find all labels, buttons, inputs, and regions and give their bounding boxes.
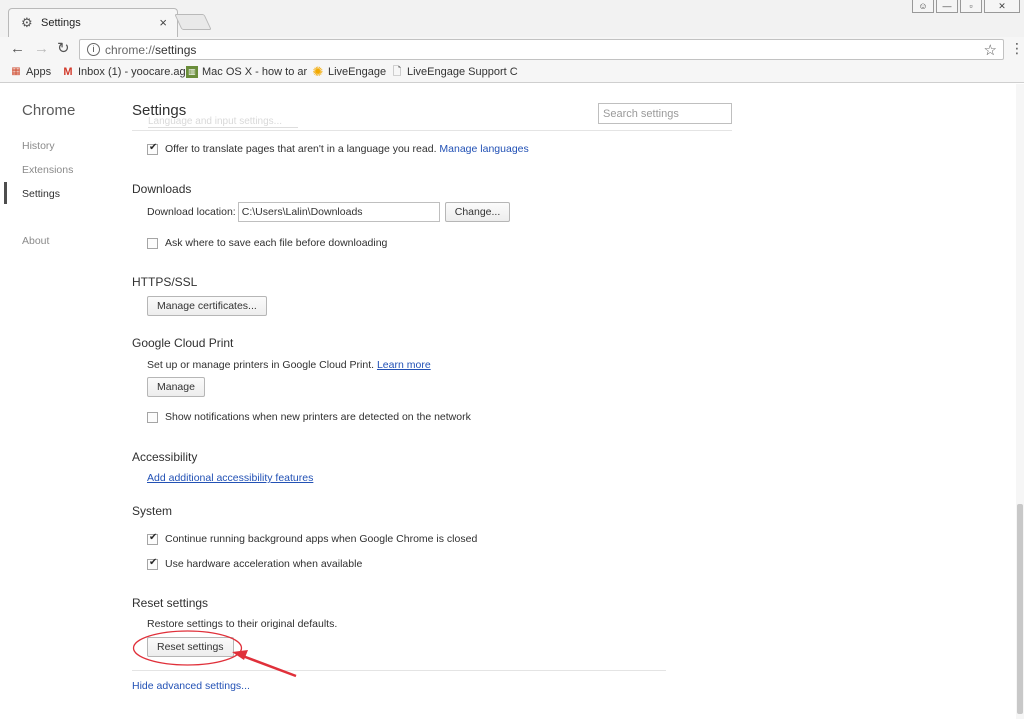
maximize-icon[interactable]: ▫ bbox=[960, 0, 982, 13]
chrome-menu-icon[interactable]: ⋮ bbox=[1010, 40, 1024, 56]
info-icon[interactable]: i bbox=[87, 43, 100, 56]
reset-settings-button[interactable]: Reset settings bbox=[147, 637, 234, 657]
bookmark-label: LiveEngage Support C bbox=[407, 66, 518, 78]
scrolled-language-button: Language and input settings... bbox=[148, 116, 298, 128]
hide-advanced-row: Hide advanced settings... bbox=[132, 680, 250, 692]
sidebar-item-extensions[interactable]: Extensions bbox=[22, 164, 73, 176]
sidebar-item-history[interactable]: History bbox=[22, 140, 55, 152]
cloud-print-description: Set up or manage printers in Google Clou… bbox=[147, 359, 375, 371]
liveengage-icon: ✺ bbox=[312, 64, 324, 79]
url-path: settings bbox=[155, 43, 197, 57]
settings-content: Settings Language and input settings... … bbox=[132, 84, 732, 719]
reset-description: Restore settings to their original defau… bbox=[147, 618, 338, 630]
bookmark-star-icon[interactable]: ☆ bbox=[984, 41, 997, 59]
download-location-label: Download location: bbox=[147, 206, 236, 218]
apps-grid-icon: ▦ bbox=[11, 66, 21, 77]
footer-divider bbox=[132, 670, 666, 671]
bookmark-label: Mac OS X - how to ar bbox=[202, 66, 308, 78]
sidebar-brand: Chrome bbox=[22, 102, 76, 119]
new-tab-button[interactable] bbox=[174, 14, 212, 30]
bookmark-page-icon: ▥ bbox=[186, 66, 198, 78]
header-divider bbox=[132, 130, 732, 131]
reset-button-row: Reset settings bbox=[147, 637, 234, 657]
address-bar[interactable]: i chrome://settings ☆ bbox=[79, 39, 1004, 60]
ask-download-checkbox[interactable] bbox=[147, 237, 158, 249]
printer-notification-checkbox[interactable] bbox=[147, 411, 158, 423]
hardware-acceleration-checkbox[interactable] bbox=[147, 557, 158, 570]
bookmark-macosx[interactable]: ▥ Mac OS X - how to ar bbox=[186, 66, 307, 78]
manage-languages-link[interactable]: Manage languages bbox=[439, 143, 528, 155]
tab-settings[interactable]: ⚙ Settings × bbox=[8, 8, 178, 38]
hide-advanced-settings-link[interactable]: Hide advanced settings... bbox=[132, 680, 250, 692]
url-scheme: chrome:// bbox=[105, 43, 156, 57]
manage-certificates-button[interactable]: Manage certificates... bbox=[147, 296, 267, 316]
gmail-icon: M bbox=[63, 66, 73, 78]
reload-icon[interactable]: ↻ bbox=[57, 40, 70, 58]
window-controls: ☺ — ▫ ✕ bbox=[912, 0, 1020, 14]
sidebar-active-marker bbox=[4, 182, 7, 204]
hardware-acceleration-label: Use hardware acceleration when available bbox=[165, 558, 363, 570]
window-close-icon[interactable]: ✕ bbox=[984, 0, 1020, 13]
url-text: chrome://settings bbox=[105, 43, 196, 57]
bookmark-liveengage[interactable]: ✺ LiveEngage bbox=[312, 64, 387, 79]
browser-titlebar: ⚙ Settings × ☺ — ▫ ✕ bbox=[0, 0, 1024, 38]
background-apps-checkbox[interactable] bbox=[147, 532, 158, 545]
gear-icon: ⚙ bbox=[21, 15, 33, 30]
user-profile-icon[interactable]: ☺ bbox=[912, 0, 934, 13]
page-scrollbar[interactable] bbox=[1016, 84, 1024, 719]
search-settings-input[interactable] bbox=[598, 103, 732, 124]
printer-notification-option: Show notifications when new printers are… bbox=[147, 411, 471, 423]
learn-more-link[interactable]: Learn more bbox=[377, 359, 431, 371]
change-download-location-button[interactable]: Change... bbox=[444, 202, 511, 222]
background-apps-label: Continue running background apps when Go… bbox=[165, 533, 478, 545]
accessibility-features-link[interactable]: Add additional accessibility features bbox=[147, 472, 313, 484]
bookmark-inbox[interactable]: M Inbox (1) - yoocare.ag bbox=[62, 66, 186, 78]
scrollbar-thumb[interactable] bbox=[1017, 504, 1023, 714]
bookmark-label: LiveEngage bbox=[328, 66, 387, 78]
printer-notification-label: Show notifications when new printers are… bbox=[165, 411, 471, 423]
reset-section-title: Reset settings bbox=[132, 596, 209, 610]
https-row: Manage certificates... bbox=[147, 296, 267, 316]
bookmarks-bar: ▦ Apps M Inbox (1) - yoocare.ag ▥ Mac OS… bbox=[0, 62, 1024, 83]
settings-page: Chrome History Extensions Settings About… bbox=[0, 84, 1024, 719]
download-location-row: Download location: C:\Users\Lalin\Downlo… bbox=[147, 202, 511, 222]
downloads-section-title: Downloads bbox=[132, 182, 192, 196]
tab-close-icon[interactable]: × bbox=[159, 15, 167, 30]
cloud-print-manage-button[interactable]: Manage bbox=[147, 377, 205, 397]
sidebar-item-settings[interactable]: Settings bbox=[22, 188, 60, 200]
cloud-print-section-title: Google Cloud Print bbox=[132, 336, 234, 350]
system-section-title: System bbox=[132, 504, 173, 518]
translate-option: Offer to translate pages that aren't in … bbox=[147, 142, 529, 155]
bookmark-liveengage-support[interactable]: 🗋 LiveEngage Support C bbox=[391, 66, 518, 78]
minimize-icon[interactable]: — bbox=[936, 0, 958, 13]
accessibility-section-title: Accessibility bbox=[132, 450, 198, 464]
sidebar-item-about[interactable]: About bbox=[22, 235, 49, 247]
download-location-field[interactable]: C:\Users\Lalin\Downloads bbox=[237, 202, 440, 222]
bookmark-apps[interactable]: ▦ Apps bbox=[10, 66, 51, 78]
page-icon: 🗋 bbox=[392, 66, 402, 78]
back-arrow-icon[interactable]: ← bbox=[10, 40, 25, 58]
bookmark-label: Apps bbox=[26, 66, 52, 78]
hardware-acceleration-option: Use hardware acceleration when available bbox=[147, 557, 363, 570]
background-apps-option: Continue running background apps when Go… bbox=[147, 532, 478, 545]
browser-toolbar: ← → ↻ i chrome://settings ☆ ⋮ bbox=[0, 37, 1024, 62]
forward-arrow-icon[interactable]: → bbox=[34, 40, 49, 58]
translate-checkbox[interactable] bbox=[147, 142, 158, 155]
reset-description-row: Restore settings to their original defau… bbox=[147, 618, 337, 630]
cloud-print-description-row: Set up or manage printers in Google Clou… bbox=[147, 359, 431, 371]
https-section-title: HTTPS/SSL bbox=[132, 275, 198, 289]
translate-label: Offer to translate pages that aren't in … bbox=[165, 143, 437, 155]
ask-download-label: Ask where to save each file before downl… bbox=[165, 237, 388, 249]
cloud-print-manage-row: Manage bbox=[147, 377, 205, 397]
sidebar: Chrome History Extensions Settings About bbox=[0, 84, 120, 719]
bookmark-label: Inbox (1) - yoocare.ag bbox=[78, 66, 186, 78]
tab-title: Settings bbox=[41, 17, 81, 29]
accessibility-row: Add additional accessibility features bbox=[147, 472, 313, 484]
ask-download-option: Ask where to save each file before downl… bbox=[147, 237, 387, 249]
